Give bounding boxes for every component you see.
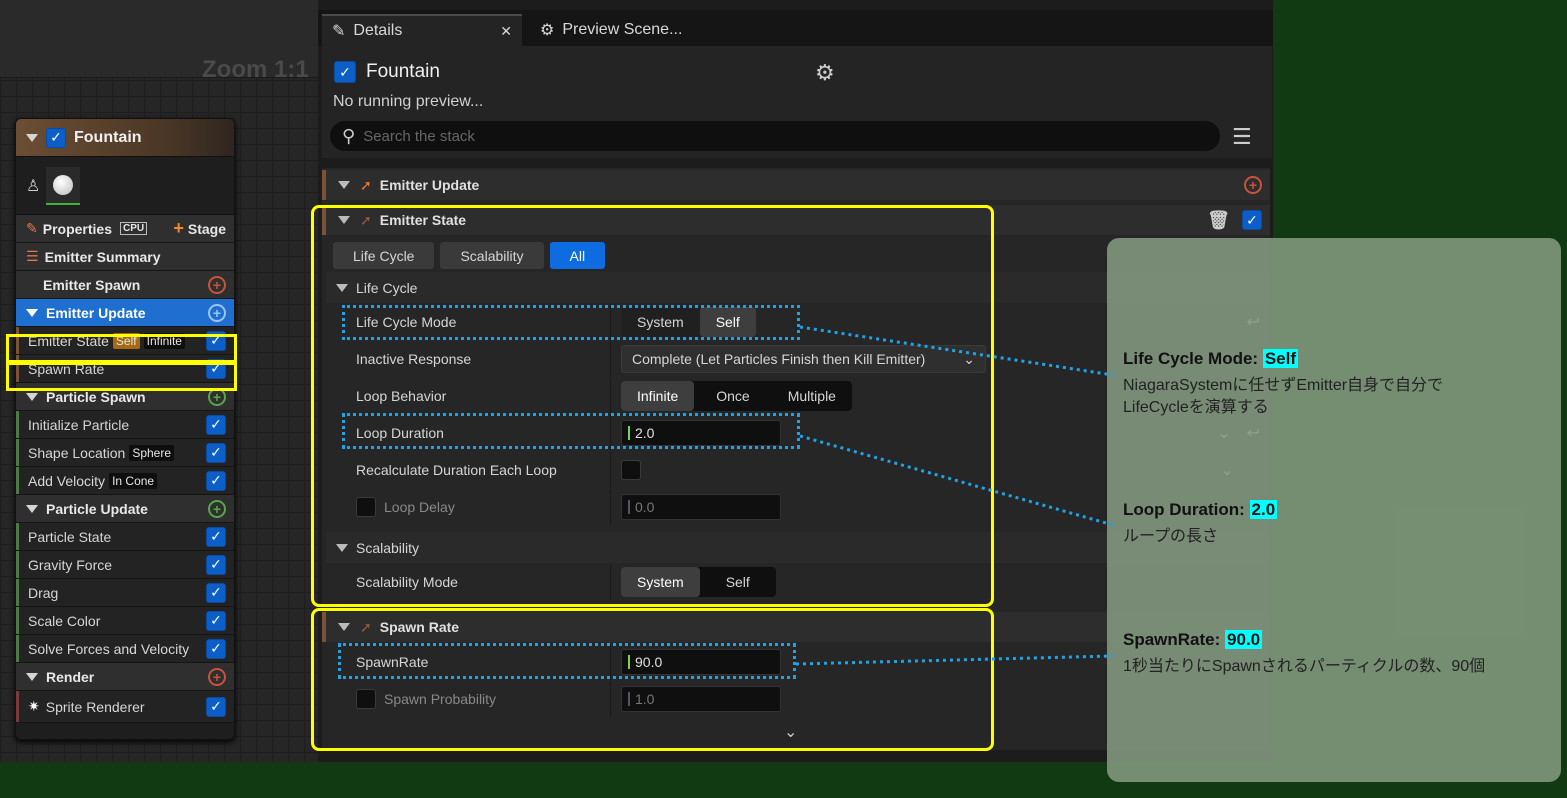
- annotation-spawnrate-key: SpawnRate:: [1123, 630, 1226, 649]
- connector-loop-duration: [799, 434, 1114, 527]
- annotation-life-cycle-title: Life Cycle Mode: Self: [1123, 349, 1298, 369]
- annotation-life-cycle-line2: LifeCycleを演算する: [1123, 399, 1269, 416]
- annotation-spawnrate-title: SpawnRate: 90.0: [1123, 630, 1263, 650]
- annotation-life-cycle-key: Life Cycle Mode:: [1123, 349, 1263, 368]
- connector-life-cycle-mode: [799, 325, 1114, 377]
- annotation-life-cycle-line1: NiagaraSystemに任せずEmitter自身で自分で: [1123, 377, 1444, 394]
- annotation-life-cycle-value: Self: [1262, 349, 1298, 368]
- connector-spawnrate: [795, 654, 1114, 666]
- annotation-loop-duration-key: Loop Duration:: [1123, 500, 1250, 519]
- annotation-spawnrate-line1: 1秒当たりにSpawnされるパーティクルの数、90個: [1123, 658, 1486, 675]
- annotation-loop-duration-line1: ループの長さ: [1123, 528, 1219, 545]
- annotation-loop-duration-title: Loop Duration: 2.0: [1123, 500, 1278, 520]
- connector-lines: [795, 325, 1114, 666]
- annotation-spawnrate-value: 90.0: [1225, 630, 1263, 649]
- annotation-loop-duration-value: 2.0: [1249, 500, 1278, 519]
